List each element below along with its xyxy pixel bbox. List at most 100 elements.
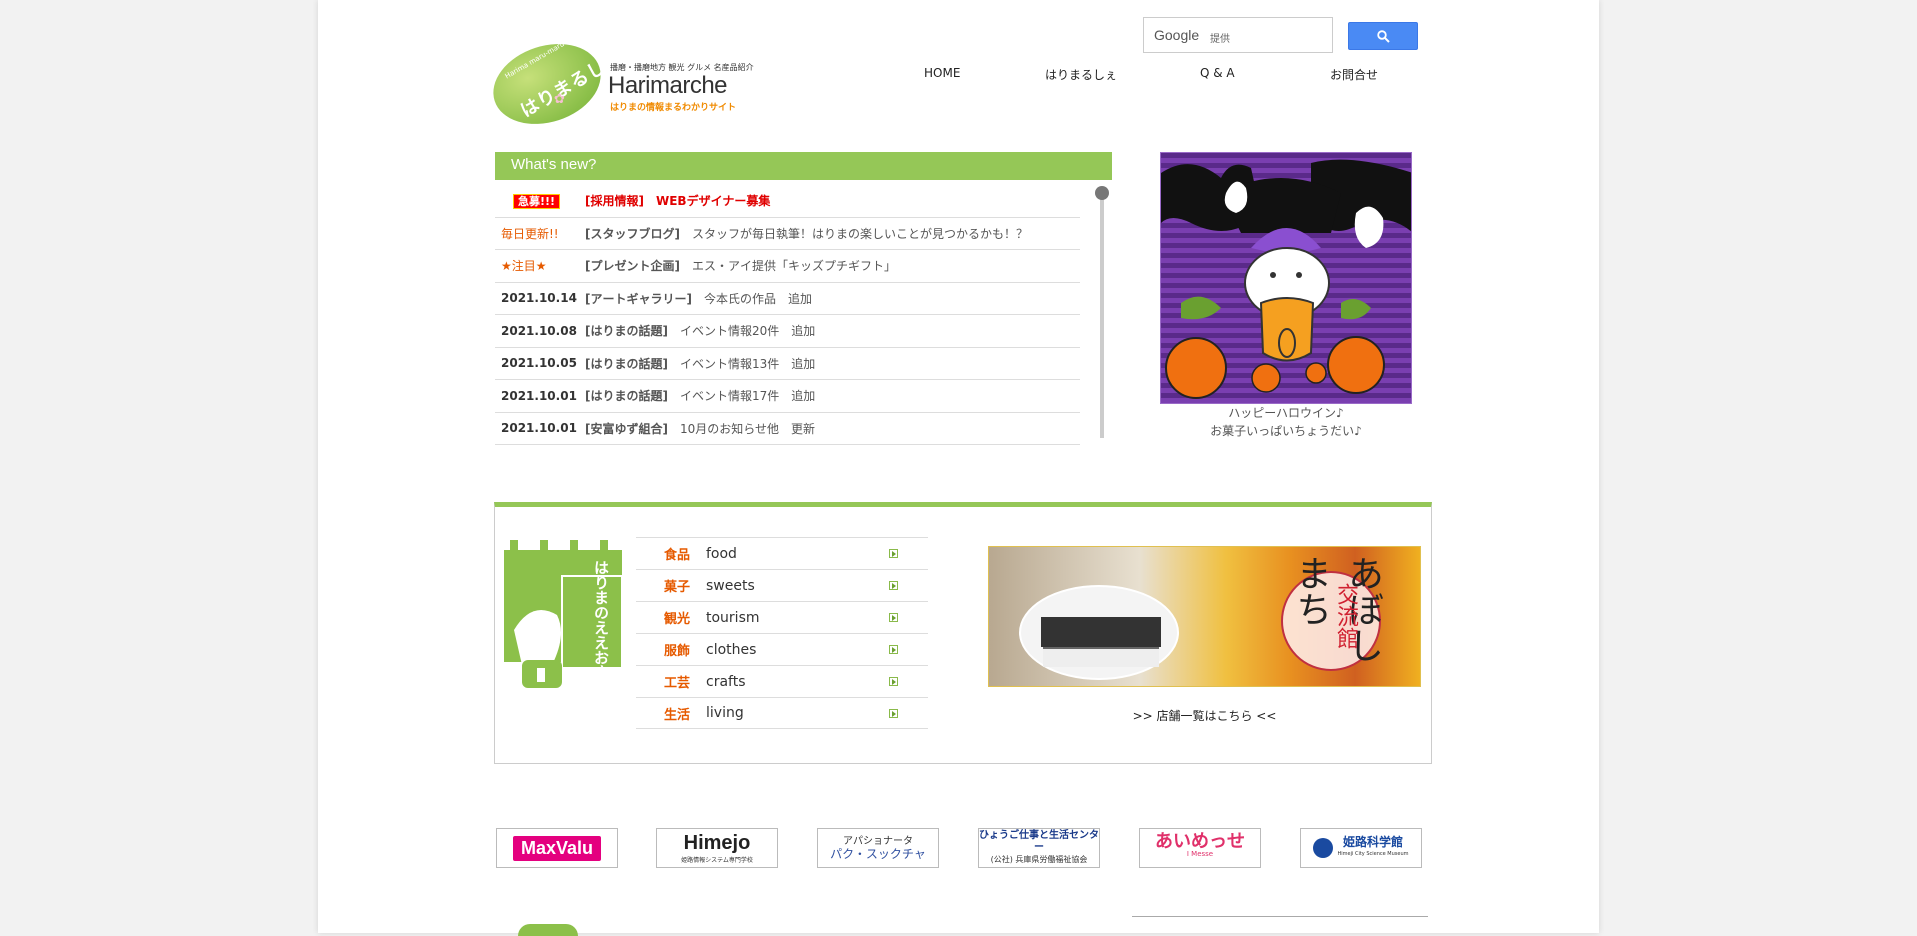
feature-caption-line1: ハッピーハロウイン♪ — [1228, 406, 1344, 420]
shop-category-food[interactable]: 食品 food — [636, 537, 928, 569]
news-text[interactable]: 10月のお知らせ他 更新 — [680, 420, 815, 437]
search-provided-label: 提供 — [1210, 34, 1230, 45]
science-museum-logo: 姫路科学館 — [1342, 835, 1403, 849]
news-text[interactable]: イベント情報13件 追加 — [680, 355, 815, 372]
news-category[interactable]: [安富ゆず組合] — [585, 420, 668, 437]
nav-home[interactable]: HOME — [924, 66, 960, 80]
news-category[interactable]: [採用情報] — [585, 192, 644, 209]
news-text[interactable]: エス・アイ提供「キッズプチギフト」 — [692, 257, 896, 274]
shop-category-jp: 菓子 — [664, 580, 691, 595]
arrow-right-icon — [889, 549, 898, 558]
hyogo-center-subtitle: (公社) 兵庫県労働福祉協会 — [990, 855, 1088, 864]
shop-sign-text: はりまのええお店 — [592, 560, 610, 680]
arrow-right-icon — [889, 677, 898, 686]
feature-caption-line2: お菓子いっぱいちょうだい♪ — [1210, 424, 1362, 438]
news-item[interactable]: 2021.10.01 [はりまの話題] イベント情報17件 追加 — [495, 380, 1080, 413]
news-list: 急募!!! [採用情報] WEBデザイナー募集毎日更新!! [スタッフブログ] スタッフ… — [495, 185, 1080, 445]
news-scrollbar[interactable] — [1100, 188, 1104, 438]
shop-category-clothes[interactable]: 服飾 clothes — [636, 633, 928, 665]
appassionata-subtitle: パク・スックチャ — [830, 847, 926, 861]
shop-category-crafts[interactable]: 工芸 crafts — [636, 665, 928, 697]
logo-name: Harimarche — [608, 72, 728, 99]
site-logo[interactable]: Harima maru-maru mall はりまるしぇ ✿ 播磨・播磨地方 観… — [482, 30, 852, 138]
sponsor-maxvalu[interactable]: MaxValu — [496, 828, 618, 868]
news-category[interactable]: [スタッフブログ] — [585, 225, 680, 242]
sponsor-appassionata[interactable]: アパショナータ パク・スックチャ — [817, 828, 939, 868]
shop-category-en: clothes — [706, 641, 757, 658]
shop-category-en: sweets — [706, 577, 755, 594]
search-button[interactable] — [1348, 22, 1418, 50]
shop-category-jp: 食品 — [664, 548, 691, 563]
nav-harimarche[interactable]: はりまるしぇ — [1045, 66, 1117, 83]
shop-category-jp: 生活 — [664, 707, 691, 723]
shop-category-list: 食品 food 菓子 sweets 観光 tourism 服飾 clothes 工芸 crafts… — [636, 537, 928, 729]
news-category[interactable]: [はりまの話題] — [585, 355, 668, 372]
halloween-illustration — [1161, 159, 1411, 399]
search-icon — [1377, 30, 1390, 43]
himejo-subtitle: 姫路情報システム専門学校 — [681, 857, 753, 864]
sponsor-science-museum[interactable]: 姫路科学館 Himeji City Science Museum — [1300, 828, 1422, 868]
sponsor-himejo[interactable]: Himejo 姫路情報システム専門学校 — [656, 828, 778, 868]
logo-tagline: はりまの情報まるわかりサイト — [610, 103, 737, 113]
shop-list-link[interactable]: >> 店舗一覧はこちら << — [988, 707, 1421, 724]
news-text[interactable]: スタッフが毎日執筆！はりまの楽しいことが見つかるかも！？ — [692, 225, 1028, 242]
search-input[interactable]: Google 提供 — [1143, 17, 1333, 53]
banner-house-photo — [1019, 585, 1179, 680]
news-item[interactable]: 毎日更新!! [スタッフブログ] スタッフが毎日執筆！はりまの楽しいことが見つかるか… — [495, 218, 1080, 250]
science-museum-emblem-icon — [1313, 838, 1334, 858]
footer-decoration — [518, 924, 578, 936]
nav-qa[interactable]: Q & A — [1200, 66, 1235, 80]
arrow-right-icon — [889, 581, 898, 590]
shop-category-en: tourism — [706, 609, 760, 626]
news-text[interactable]: イベント情報17件 追加 — [680, 387, 815, 404]
aboshi-banner[interactable]: あぼしまち 交流館 — [988, 546, 1421, 687]
page-container: Harima maru-maru mall はりまるしぇ ✿ 播磨・播磨地方 観… — [318, 0, 1599, 936]
news-date: 2021.10.01 — [501, 421, 577, 436]
news-item[interactable]: 2021.10.01 [安富ゆず組合] 10月のお知らせ他 更新 — [495, 413, 1080, 445]
urgent-badge: 急募!!! — [513, 193, 561, 209]
news-item[interactable]: 2021.10.08 [はりまの話題] イベント情報20件 追加 — [495, 315, 1080, 348]
arrow-right-icon — [889, 613, 898, 622]
feature-caption: ハッピーハロウイン♪ お菓子いっぱいちょうだい♪ — [1160, 404, 1412, 440]
shop-category-jp: 観光 — [664, 612, 691, 627]
news-item[interactable]: 急募!!! [採用情報] WEBデザイナー募集 — [495, 185, 1080, 218]
news-text[interactable]: WEBデザイナー募集 — [656, 192, 770, 209]
himejo-logo: Himejo — [683, 832, 751, 854]
news-category[interactable]: [アートギャラリー] — [585, 290, 692, 307]
shop-sign-image: はりまのええお店 — [502, 540, 624, 690]
news-category[interactable]: [プレゼント企画] — [585, 257, 680, 274]
news-date: 毎日更新!! — [501, 226, 559, 241]
halloween-feature-image[interactable] — [1160, 152, 1412, 404]
maxvalu-logo: MaxValu — [512, 835, 602, 861]
arrow-right-icon — [889, 645, 898, 654]
news-item[interactable]: 2021.10.14 [アートギャラリー] 今本氏の作品 追加 — [495, 283, 1080, 315]
news-item[interactable]: 2021.10.05 [はりまの話題] イベント情報13件 追加 — [495, 348, 1080, 380]
news-date: 2021.10.08 — [501, 323, 577, 338]
news-date: ★注目★ — [501, 259, 547, 274]
shop-category-en: crafts — [706, 673, 746, 690]
nav-contact[interactable]: お問合せ — [1330, 66, 1378, 83]
news-date: 2021.10.14 — [501, 291, 577, 306]
news-text[interactable]: 今本氏の作品 追加 — [704, 290, 812, 307]
news-date: 2021.10.05 — [501, 356, 577, 371]
shop-category-living[interactable]: 生活 living — [636, 697, 928, 729]
shop-category-jp: 服飾 — [664, 644, 691, 659]
news-scrollbar-handle[interactable] — [1095, 186, 1109, 200]
shop-category-sweets[interactable]: 菓子 sweets — [636, 569, 928, 601]
sponsor-aimesse[interactable]: あいめっせ I Messe — [1139, 828, 1261, 868]
arrow-right-icon — [889, 709, 898, 718]
sponsor-hyogo-center[interactable]: ひょうご仕事と生活センター (公社) 兵庫県労働福祉協会 — [978, 828, 1100, 868]
news-heading: What's new? — [495, 152, 1112, 180]
news-category[interactable]: [はりまの話題] — [585, 387, 668, 404]
aimesse-logo: あいめっせ — [1155, 831, 1245, 852]
shop-category-tourism[interactable]: 観光 tourism — [636, 601, 928, 633]
shop-category-en: living — [706, 705, 744, 721]
news-date: 2021.10.01 — [501, 388, 577, 403]
news-item[interactable]: ★注目★ [プレゼント企画] エス・アイ提供「キッズプチギフト」 — [495, 250, 1080, 283]
shop-category-jp: 工芸 — [664, 676, 691, 691]
footer-divider — [1132, 916, 1428, 917]
news-text[interactable]: イベント情報20件 追加 — [680, 322, 815, 339]
news-category[interactable]: [はりまの話題] — [585, 322, 668, 339]
banner-subtitle: 交流館 — [1333, 583, 1358, 649]
flower-icon: ✿ — [554, 92, 565, 107]
